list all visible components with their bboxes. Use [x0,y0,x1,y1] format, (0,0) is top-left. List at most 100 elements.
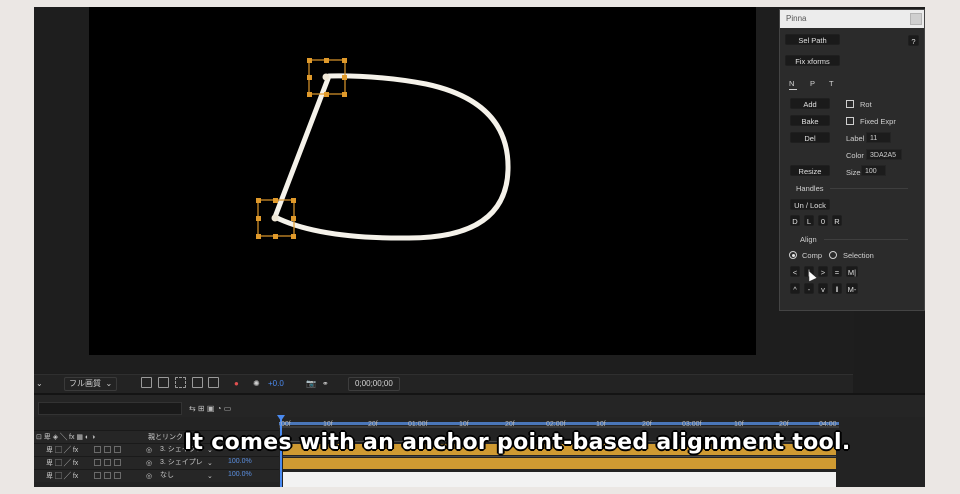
layer-duration-bar[interactable] [283,458,836,469]
align-vcenter-button[interactable]: - [804,283,814,294]
handle-0-button[interactable]: 0 [818,215,828,226]
tab-p[interactable]: P [810,79,815,88]
layer-row[interactable]: 卑 ▢ ╱ fx ◎ なし ⌄ 100.0% [34,469,279,482]
snapshot-icon[interactable]: 📷 [306,378,316,390]
composition-viewer[interactable] [89,7,756,355]
del-button[interactable]: Del [790,132,830,143]
handle-r-button[interactable]: R [832,215,842,226]
show-snapshot-icon[interactable]: ⚭ [322,378,329,390]
resolution-value: フル画質 [69,379,101,388]
ruler-tick: :00f [279,421,291,428]
layer-value[interactable]: 100.0% [228,458,252,465]
anchor-handle-bottom[interactable] [256,198,296,239]
size-field[interactable]: 100 [861,165,886,176]
shape-path-canvas[interactable] [89,7,756,355]
label-field[interactable]: 11 [866,132,891,143]
pick-whip-icon[interactable]: ◎ [146,471,152,483]
pinna-title-bar[interactable]: Pinna [780,10,924,28]
switch-box[interactable] [94,446,101,453]
comp-option-label: Comp [802,251,823,260]
bake-button[interactable]: Bake [790,115,830,126]
rot-checkbox[interactable] [846,100,854,108]
view-layout-icon[interactable] [208,377,219,388]
switch-box[interactable] [104,459,111,466]
unlock-button[interactable]: Un / Lock [790,199,830,210]
guides-icon[interactable] [192,377,203,388]
switch-box[interactable] [94,472,101,479]
switch-box[interactable] [94,459,101,466]
ruler-tick: 10f [596,421,606,428]
timeline-search-input[interactable] [38,402,182,415]
switch-box[interactable] [104,446,111,453]
align-right-button[interactable]: > [818,266,828,277]
ruler-tick: 02:00f [546,421,566,428]
help-button[interactable]: ? [908,35,919,46]
align-left-button[interactable]: < [790,266,800,277]
timeline-tool-icons[interactable]: ⇆ ⊞ ▣ ◔ ▭ [189,403,231,415]
sel-path-button[interactable]: Sel Path [785,34,840,45]
switch-box[interactable] [104,472,111,479]
comp-radio[interactable] [789,251,797,259]
size-label: Size [846,168,861,177]
exposure-value[interactable]: +0.0 [268,378,284,390]
ruler-tick: 20f [368,421,378,428]
parent-column-header: 親とリンク [148,434,183,441]
ruler-tick: 10f [323,421,333,428]
match-height-button[interactable]: M- [846,283,858,294]
switch-box[interactable] [114,459,121,466]
fixed-expr-checkbox[interactable] [846,117,854,125]
add-button[interactable]: Add [790,98,830,109]
mask-visibility-icon[interactable] [175,377,186,388]
rot-label: Rot [860,100,872,109]
pinna-title: Pinna [786,14,807,23]
track-divider [283,456,836,457]
ruler-tick: 20f [642,421,652,428]
section-divider [824,239,908,240]
selection-radio[interactable] [829,251,837,259]
distribute-v-button[interactable]: ‖ [832,283,842,294]
handle-l-button[interactable]: L [804,215,814,226]
layer-duration-bar[interactable] [283,472,836,487]
match-width-button[interactable]: M| [846,266,858,277]
parent-dropdown[interactable]: 3. シェイプレ [160,458,206,468]
active-tab-indicator [789,89,797,90]
transparency-grid-icon[interactable] [158,377,169,388]
tab-t[interactable]: T [829,79,834,88]
exposure-reset-icon[interactable]: ✺ [253,378,260,390]
region-of-interest-icon[interactable] [141,377,152,388]
tab-n[interactable]: N [789,79,794,88]
ruler-tick: 10f [734,421,744,428]
ruler-tick: 20f [779,421,789,428]
switch-box[interactable] [114,446,121,453]
layer-switches[interactable]: 卑 ▢ ╱ fx [46,471,78,483]
switch-box[interactable] [114,472,121,479]
panel-close-icon[interactable] [910,13,922,25]
composition-toolbar: ⌄ フル画質 ⌄ ● ✺ +0.0 📷 ⚭ 0;00;00;00 [34,374,853,393]
current-time-display[interactable]: 0;00;00;00 [348,377,400,391]
distribute-h-button[interactable]: = [832,266,842,277]
fix-xforms-button[interactable]: Fix xforms [785,55,840,66]
resolution-dropdown[interactable]: フル画質 ⌄ [64,377,118,391]
parent-dropdown[interactable]: なし [160,471,206,481]
ruler-tick: 04:00 [819,421,837,428]
shape-path [272,73,511,241]
handle-d-button[interactable]: D [790,215,800,226]
ruler-tick: 20f [505,421,515,428]
color-channel-icon[interactable]: ● [234,378,239,390]
color-label: Color [846,151,864,160]
align-bottom-button[interactable]: v [818,283,828,294]
ruler-tick: 01:00f [408,421,428,428]
chevron-down-icon: ⌄ [103,379,113,388]
align-top-button[interactable]: ^ [790,283,800,294]
color-field[interactable]: 3DA2A5 [866,149,902,160]
handles-section-title: Handles [796,184,824,193]
pinna-panel: Pinna Sel Path ? Fix xforms N P T Add Ro… [779,9,925,311]
layer-value[interactable]: 100.0% [228,471,252,478]
label-label: Label [846,134,865,143]
zoom-dropdown-chevron-icon[interactable]: ⌄ [36,378,43,390]
layer-row[interactable]: 卑 ▢ ╱ fx ◎ 3. シェイプレ ⌄ 100.0% [34,456,279,469]
resize-button[interactable]: Resize [790,165,830,176]
chevron-down-icon[interactable]: ⌄ [207,471,213,483]
ruler-tick: 10f [459,421,469,428]
selection-option-label: Selection [843,251,874,260]
